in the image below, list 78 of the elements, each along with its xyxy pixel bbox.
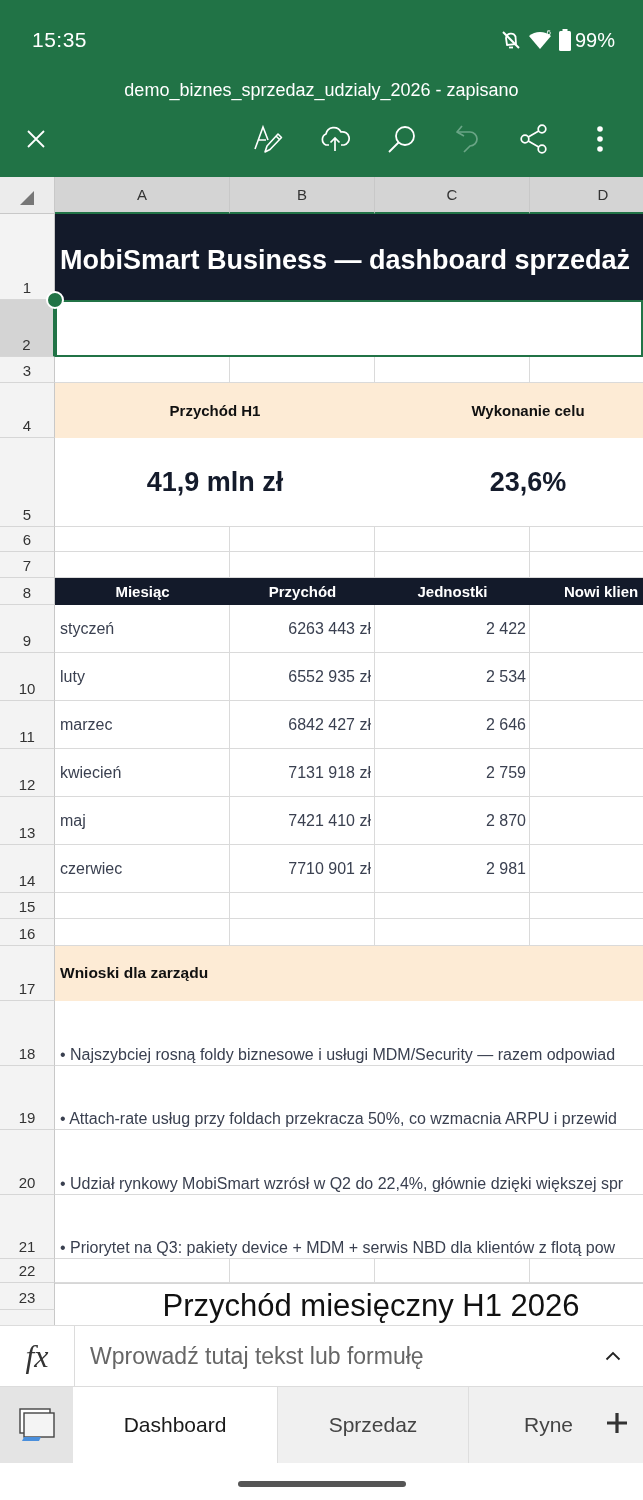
table-cell: luty <box>55 653 230 701</box>
cloud-upload-icon[interactable] <box>319 125 351 152</box>
search-icon[interactable] <box>387 123 417 154</box>
kpi-value: 41,9 mln zł <box>55 438 375 527</box>
row-header[interactable]: 22 <box>0 1259 55 1283</box>
row-header[interactable]: 1 <box>0 214 55 300</box>
column-header[interactable]: B <box>230 177 375 214</box>
sheet-tab[interactable]: Dashboard <box>73 1387 277 1463</box>
table-header-cell: Jednostki <box>375 578 530 605</box>
letter-pencil-icon[interactable] <box>253 123 283 154</box>
battery-percent: 99% <box>574 28 615 52</box>
row-header[interactable]: 6 <box>0 527 55 552</box>
row-header[interactable]: 9 <box>0 605 55 653</box>
row-header[interactable]: 21 <box>0 1195 55 1259</box>
row-header[interactable]: 17 <box>0 946 55 1001</box>
row-header[interactable]: 4 <box>0 383 55 438</box>
battery-icon <box>558 29 571 51</box>
sheets-icon <box>18 1408 55 1442</box>
wifi-icon <box>528 31 551 49</box>
table-cell: 2 646 <box>375 701 530 749</box>
table-cell: 2 534 <box>375 653 530 701</box>
table-cell: maj <box>55 797 230 845</box>
row-header[interactable]: 23 <box>0 1283 55 1310</box>
table-cell: 2 422 <box>375 605 530 653</box>
table-cell: 2 981 <box>375 845 530 893</box>
share-icon[interactable] <box>519 123 549 154</box>
table-cell: 2 870 <box>375 797 530 845</box>
note-text: • Najszybciej rosną foldy biznesowe i usługi MDM/Security — razem odpowiad <box>55 1001 643 1066</box>
column-header[interactable]: C <box>375 177 530 214</box>
sheet-list-button[interactable] <box>0 1387 73 1463</box>
row-header[interactable]: 18 <box>0 1001 55 1066</box>
table-cell: 7710 901 zł <box>230 845 375 893</box>
table-header-cell: Nowi klien <box>530 578 643 605</box>
document-title: demo_biznes_sprzedaz_udzialy_2026 - zapisano <box>123 80 520 100</box>
column-header[interactable]: D <box>530 177 643 214</box>
caret-up-icon[interactable] <box>605 1351 621 1361</box>
row-header[interactable]: 2 <box>0 300 55 357</box>
column-header[interactable]: A <box>55 177 230 214</box>
row-header[interactable]: 20 <box>0 1130 55 1195</box>
note-text: • Udział rynkowy MobiSmart wzrósł w Q2 do 22,4%, głównie dzięki większej spr <box>55 1130 643 1195</box>
row-header[interactable]: 12 <box>0 749 55 797</box>
row-header[interactable]: 3 <box>0 357 55 383</box>
corner-triangle-icon <box>20 191 34 205</box>
table-cell: czerwiec <box>55 845 230 893</box>
table-cell: 2 759 <box>375 749 530 797</box>
table-cell: 7131 918 zł <box>230 749 375 797</box>
row-header[interactable]: 10 <box>0 653 55 701</box>
row-header[interactable]: 7 <box>0 552 55 578</box>
home-indicator[interactable] <box>237 1480 406 1487</box>
sheet-title: MobiSmart Business — dashboard sprzedaż <box>55 214 643 300</box>
table-header-cell: Przychód <box>230 578 375 605</box>
row-header[interactable]: 19 <box>0 1066 55 1130</box>
kpi-value: 23,6% <box>375 438 643 527</box>
notes-heading: Wnioski dla zarządu <box>55 946 643 1001</box>
table-cell: 7421 410 zł <box>230 797 375 845</box>
row-header[interactable]: 8 <box>0 578 55 605</box>
table-header-cell: Miesiąc <box>55 578 230 605</box>
kpi-label: Przychód H1 <box>55 383 375 438</box>
row-header[interactable]: 13 <box>0 797 55 845</box>
table-cell: styczeń <box>55 605 230 653</box>
table-cell: kwiecień <box>55 749 230 797</box>
table-cell: 6842 427 zł <box>230 701 375 749</box>
table-cell: 6552 935 zł <box>230 653 375 701</box>
row-header[interactable]: 15 <box>0 893 55 919</box>
table-cell: 6263 443 zł <box>230 605 375 653</box>
note-text: • Attach-rate usług przy foldach przekracza 50%, co wzmacnia ARPU i przewid <box>55 1066 643 1130</box>
kpi-label: Wykonanie celu <box>375 383 643 438</box>
muted-bell-icon <box>500 30 521 50</box>
row-header[interactable]: 5 <box>0 438 55 527</box>
add-sheet-icon[interactable] <box>607 1413 627 1433</box>
row-header[interactable]: 14 <box>0 845 55 893</box>
row-header[interactable]: 11 <box>0 701 55 749</box>
table-cell: marzec <box>55 701 230 749</box>
status-time: 15:35 <box>32 28 88 52</box>
note-text: • Priorytet na Q3: pakiety device + MDM + serwis NBD dla klientów z flotą pow <box>55 1195 643 1259</box>
select-all-button[interactable] <box>0 177 55 214</box>
row-header[interactable]: 16 <box>0 919 55 946</box>
chart-title: Przychód miesięczny H1 2026 <box>162 1289 580 1323</box>
